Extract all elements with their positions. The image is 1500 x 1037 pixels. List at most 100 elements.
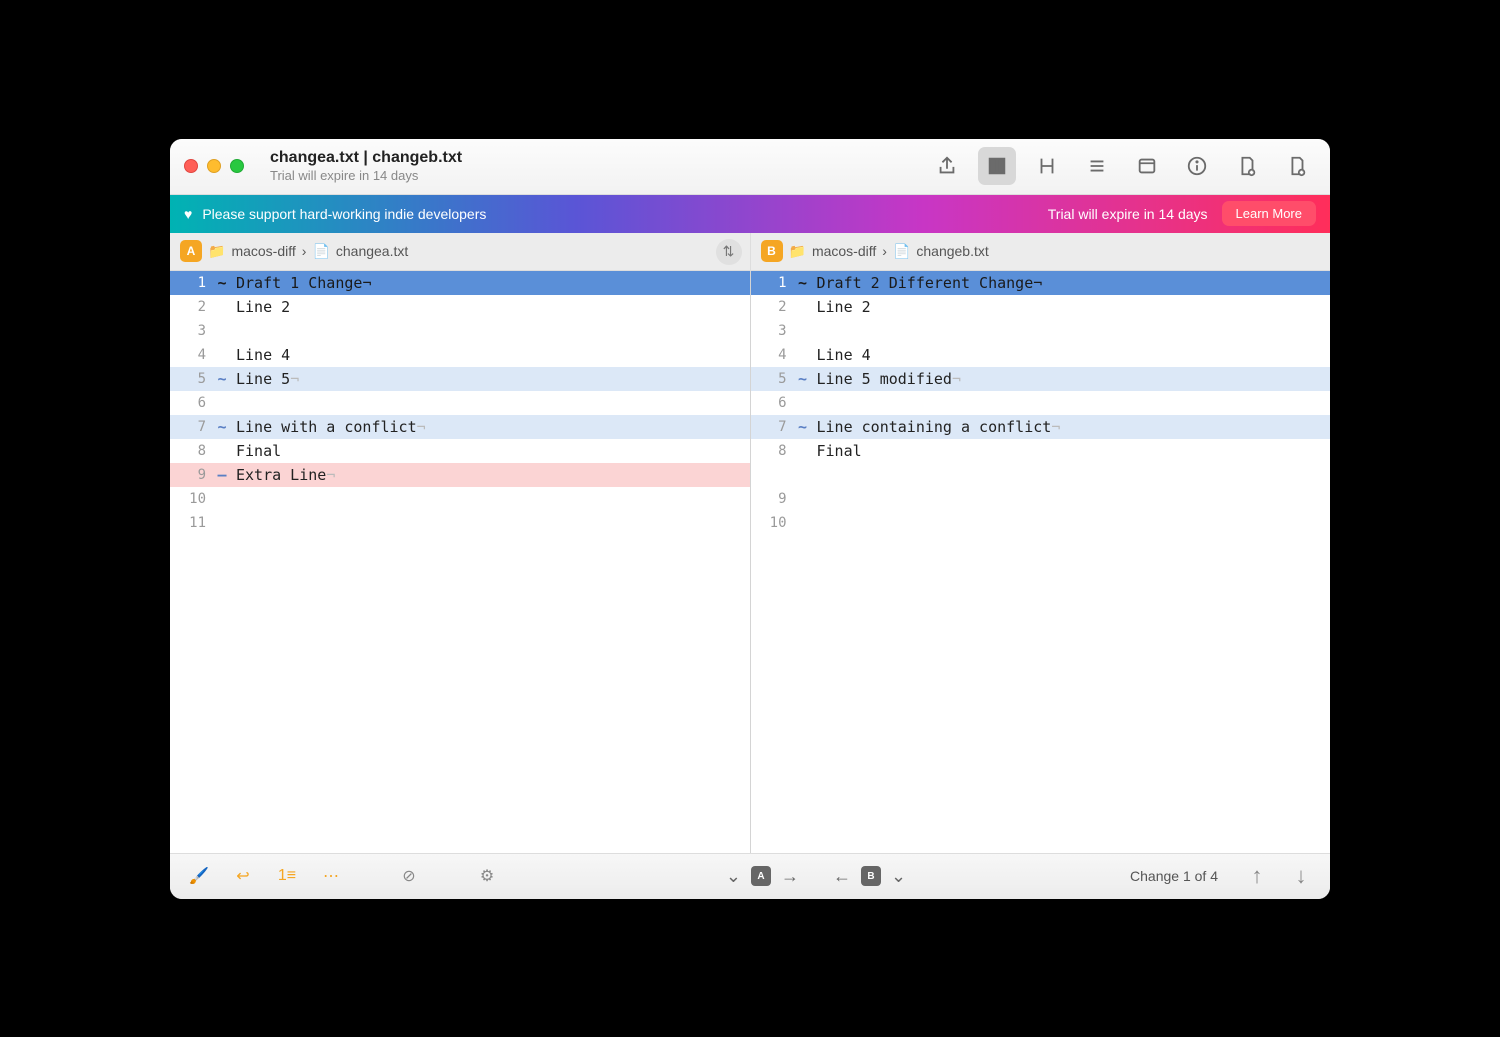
pane-left[interactable]: 1~Draft 1 Change¬2Line 234Line 45~Line 5… <box>170 271 751 853</box>
eol-icon: ¬ <box>362 274 371 292</box>
copy-controls: ⌄ A → ← B ⌄ <box>726 866 906 887</box>
diff-area: 1~Draft 1 Change¬2Line 234Line 45~Line 5… <box>170 271 1330 853</box>
code-line[interactable]: 6 <box>751 391 1331 415</box>
badge-a: A <box>180 240 202 262</box>
line-number: 2 <box>170 299 212 315</box>
info-button[interactable] <box>1178 147 1216 185</box>
code-line[interactable]: 5~Line 5 modified¬ <box>751 367 1331 391</box>
code-line[interactable]: 5~Line 5¬ <box>170 367 750 391</box>
line-content: Draft 2 Different Change¬ <box>813 274 1331 292</box>
line-number: 2 <box>751 299 793 315</box>
line-number: 4 <box>751 347 793 363</box>
open-window-button[interactable] <box>1128 147 1166 185</box>
traffic-lights <box>184 159 244 173</box>
titlebar: changea.txt | changeb.txt Trial will exp… <box>170 139 1330 195</box>
prev-change-button[interactable]: ↑ <box>1242 861 1272 891</box>
eol-icon: ¬ <box>326 466 335 484</box>
chevron-down-icon[interactable]: ⌄ <box>726 866 741 887</box>
line-content: Draft 1 Change¬ <box>232 274 750 292</box>
code-line[interactable]: 10 <box>751 511 1331 535</box>
path-left[interactable]: A 📁 macos-diff › 📄 changea.txt ⇅ <box>170 233 751 270</box>
paint-icon[interactable]: 🖌️ <box>184 861 214 891</box>
eol-icon: ¬ <box>1051 418 1060 436</box>
change-status: Change 1 of 4 <box>1130 868 1218 884</box>
badge-b: B <box>761 240 783 262</box>
code-line[interactable]: 3 <box>751 319 1331 343</box>
chevron-right-icon: › <box>302 243 307 259</box>
code-line[interactable]: 10 <box>170 487 750 511</box>
filter-icon[interactable]: ⊘ <box>394 861 424 891</box>
path-right[interactable]: B 📁 macos-diff › 📄 changeb.txt <box>751 233 1331 270</box>
add-file-right-button[interactable] <box>1278 147 1316 185</box>
diff-marker: ~ <box>212 370 232 388</box>
swap-button[interactable]: ⇅ <box>716 239 742 265</box>
code-line[interactable]: 9 <box>751 487 1331 511</box>
add-file-left-button[interactable] <box>1228 147 1266 185</box>
folder-icon: 📁 <box>789 243 806 260</box>
code-line[interactable]: 6 <box>170 391 750 415</box>
line-content: Line with a conflict¬ <box>232 418 750 436</box>
zoom-button[interactable] <box>230 159 244 173</box>
view-unified-button[interactable] <box>1078 147 1116 185</box>
code-line[interactable]: 9–Extra Line¬ <box>170 463 750 487</box>
window-subtitle: Trial will expire in 14 days <box>270 168 928 183</box>
view-merge-button[interactable] <box>1028 147 1066 185</box>
minimize-button[interactable] <box>207 159 221 173</box>
file-b-label: changeb.txt <box>916 243 988 259</box>
line-numbers-icon[interactable]: 1≡ <box>272 861 302 891</box>
line-number: 3 <box>751 323 793 339</box>
code-line[interactable]: 2Line 2 <box>170 295 750 319</box>
code-line[interactable]: 4Line 4 <box>170 343 750 367</box>
code-line[interactable]: 1~Draft 2 Different Change¬ <box>751 271 1331 295</box>
line-number: 10 <box>170 491 212 507</box>
eol-icon: ¬ <box>952 370 961 388</box>
chevron-right-icon: › <box>882 243 887 259</box>
line-content: Line containing a conflict¬ <box>813 418 1331 436</box>
code-line[interactable]: 2 Line 2 <box>751 295 1331 319</box>
folder-b-label: macos-diff <box>812 243 876 259</box>
line-content: Final <box>232 442 750 460</box>
learn-more-button[interactable]: Learn More <box>1222 201 1316 226</box>
arrow-left-icon[interactable]: ← <box>833 866 851 887</box>
banner-support-text: Please support hard-working indie develo… <box>202 206 486 222</box>
diff-marker: ~ <box>212 274 232 292</box>
line-content: Line 2 <box>813 298 1331 316</box>
code-line[interactable]: 7~Line containing a conflict¬ <box>751 415 1331 439</box>
diff-marker: ~ <box>793 418 813 436</box>
view-side-by-side-button[interactable] <box>978 147 1016 185</box>
code-line[interactable]: 8Final <box>751 439 1331 463</box>
line-number: 9 <box>170 467 212 483</box>
settings-icon[interactable]: ⚙︎ <box>472 861 502 891</box>
code-line[interactable]: 4Line 4 <box>751 343 1331 367</box>
code-line[interactable]: 1~Draft 1 Change¬ <box>170 271 750 295</box>
whitespace-icon[interactable]: ⋯ <box>316 861 346 891</box>
share-button[interactable] <box>928 147 966 185</box>
close-button[interactable] <box>184 159 198 173</box>
pane-right[interactable]: 1~Draft 2 Different Change¬2Line 234Line… <box>751 271 1331 853</box>
line-number: 10 <box>751 515 793 531</box>
wrap-icon[interactable]: ↩ <box>228 861 258 891</box>
eol-icon: ¬ <box>1033 274 1042 292</box>
line-content: Line 4 <box>232 346 750 364</box>
copy-from-b-button[interactable]: B <box>861 866 881 886</box>
code-line[interactable]: 8 Final <box>170 439 750 463</box>
code-line[interactable] <box>751 463 1331 487</box>
code-line[interactable]: 11 <box>170 511 750 535</box>
line-number: 7 <box>170 419 212 435</box>
footer-toolbar: 🖌️ ↩ 1≡ ⋯ ⊘ ⚙︎ ⌄ A → ← B ⌄ Change 1 of 4… <box>170 853 1330 899</box>
folder-a-label: macos-diff <box>231 243 295 259</box>
line-number: 5 <box>170 371 212 387</box>
line-number: 8 <box>170 443 212 459</box>
copy-from-a-button[interactable]: A <box>751 866 771 886</box>
diff-marker: ~ <box>793 274 813 292</box>
chevron-down-icon[interactable]: ⌄ <box>891 866 906 887</box>
next-change-button[interactable]: ↓ <box>1286 861 1316 891</box>
line-number: 7 <box>751 419 793 435</box>
code-line[interactable]: 7~Line with a conflict¬ <box>170 415 750 439</box>
promo-banner: ♥ Please support hard-working indie deve… <box>170 195 1330 233</box>
code-line[interactable]: 3 <box>170 319 750 343</box>
folder-icon: 📁 <box>208 243 225 260</box>
eol-icon: ¬ <box>417 418 426 436</box>
arrow-right-icon[interactable]: → <box>781 866 799 887</box>
line-number: 8 <box>751 443 793 459</box>
